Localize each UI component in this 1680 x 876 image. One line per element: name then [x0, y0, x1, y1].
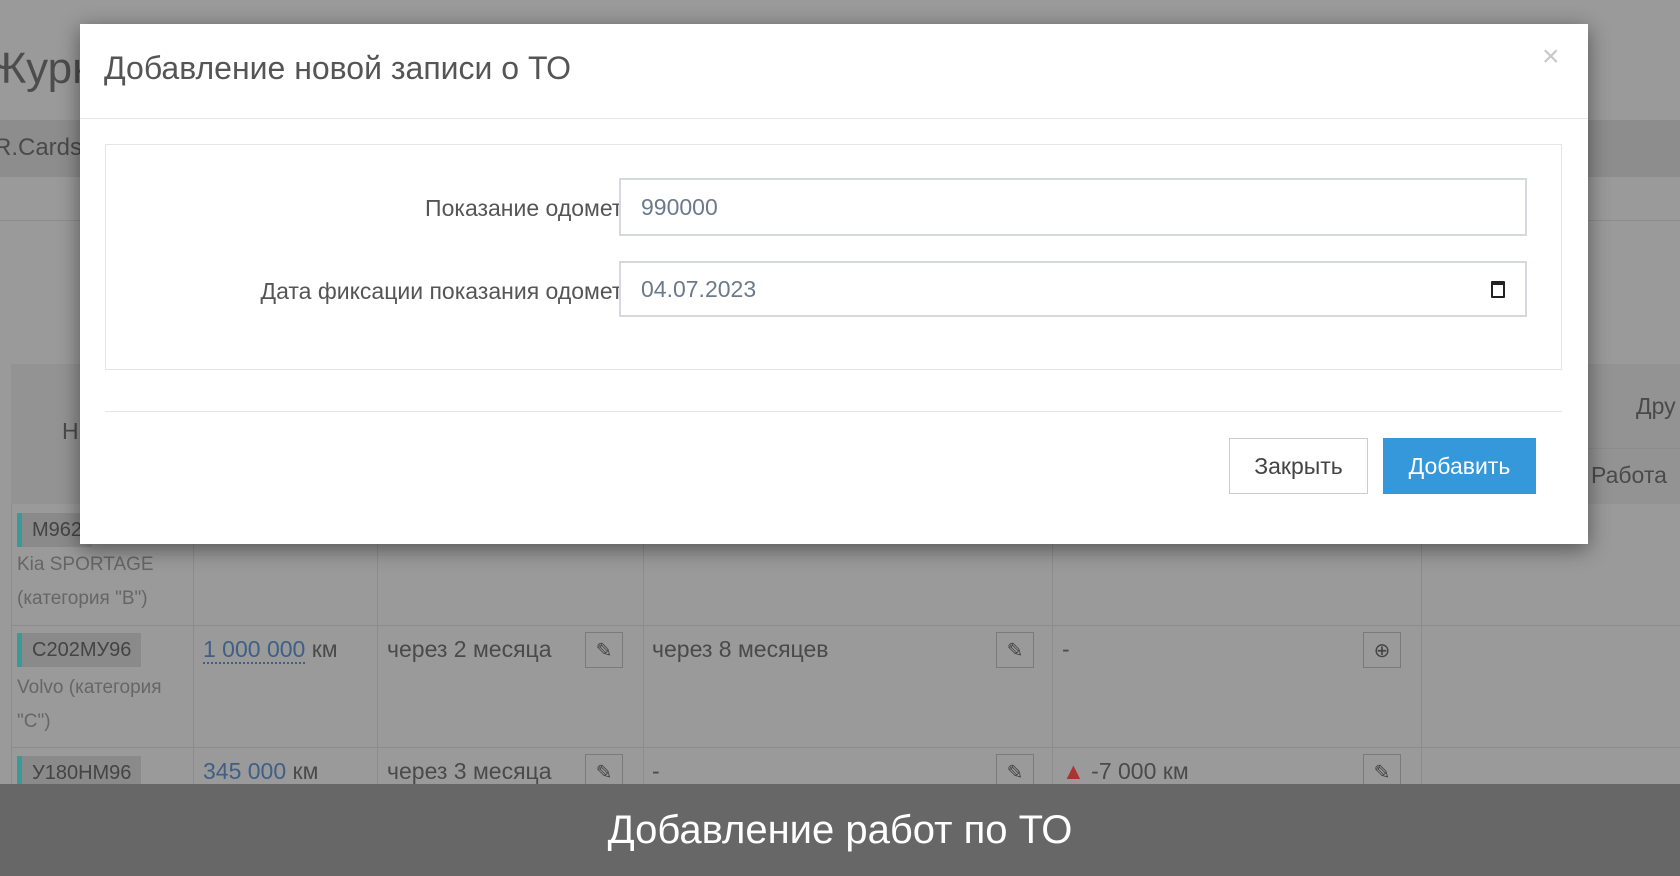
vehicle-category: (категория "B")	[17, 588, 148, 609]
pencil-icon: ✎	[595, 639, 613, 662]
date-input[interactable]: 04.07.2023	[619, 261, 1527, 317]
warning-icon: ▲	[1062, 758, 1085, 784]
vehicle-model: Kia SPORTAGE	[17, 554, 154, 575]
service-due-2: -	[652, 758, 660, 784]
table-subheader-right: Работа	[1591, 462, 1667, 488]
odometer-value: 990000	[641, 193, 718, 220]
close-button[interactable]: Закрыть	[1229, 438, 1368, 494]
mileage-link[interactable]: 1 000 000	[203, 636, 306, 664]
pencil-icon: ✎	[1373, 761, 1391, 784]
date-label: Дата фиксации показания одометра	[260, 278, 649, 304]
calendar-icon[interactable]	[1491, 280, 1505, 298]
service-due: через 2 месяца	[387, 636, 552, 662]
pencil-icon: ✎	[595, 761, 613, 784]
date-value: 04.07.2023	[641, 275, 757, 302]
caption-bar: Добавление работ по ТО	[0, 784, 1680, 876]
add-button[interactable]: ⊕	[1363, 632, 1401, 668]
vehicle-model: Volvo (категория	[17, 677, 162, 698]
plus-circle-icon: ⊕	[1373, 639, 1391, 662]
service-due: через 3 месяца	[387, 758, 552, 784]
pencil-icon: ✎	[1006, 639, 1024, 662]
add-maintenance-modal: Добавление новой записи о ТО × Показание…	[80, 24, 1588, 544]
table-header-left: Н	[62, 418, 79, 444]
mileage-unit: км	[292, 758, 319, 784]
mileage-due: -	[1062, 636, 1070, 662]
edit-button[interactable]: ✎	[585, 632, 623, 668]
pencil-icon: ✎	[1006, 761, 1024, 784]
mileage-unit: км	[311, 636, 338, 662]
vehicle-category: "C")	[17, 711, 51, 732]
plate-badge: С202МУ96	[17, 633, 142, 667]
subbar-text: R.Cards	[0, 134, 83, 161]
mileage-overdue: -7 000 км	[1091, 758, 1189, 784]
edit-button[interactable]: ✎	[996, 632, 1034, 668]
close-icon[interactable]: ×	[1542, 40, 1560, 74]
odometer-input[interactable]: 990000	[619, 178, 1527, 236]
service-due-2: через 8 месяцев	[652, 636, 829, 662]
odometer-label: Показание одометра	[425, 195, 648, 221]
add-button[interactable]: Добавить	[1383, 438, 1536, 494]
modal-title: Добавление новой записи о ТО	[104, 50, 571, 86]
table-header-right: Дру	[1636, 393, 1676, 419]
mileage-link[interactable]: 345 000	[203, 758, 286, 784]
